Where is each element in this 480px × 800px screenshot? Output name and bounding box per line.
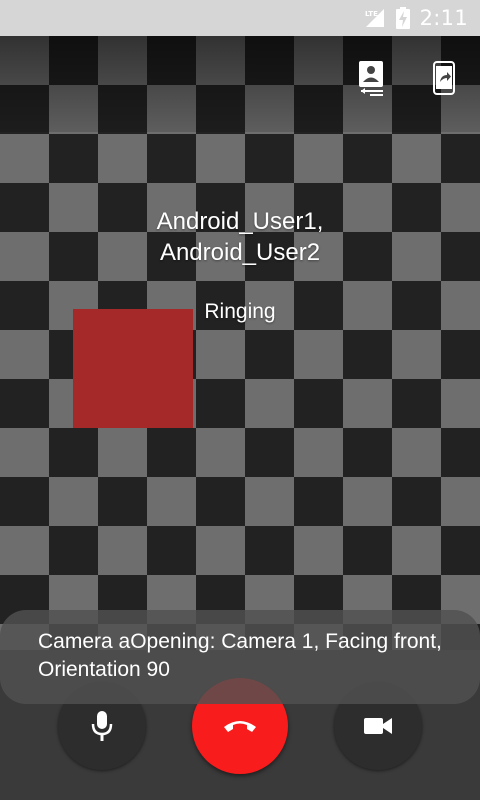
switch-camera-icon <box>359 61 383 96</box>
participant-line-1: Android_User1, <box>156 208 324 235</box>
status-bar: LTE 2:11 <box>0 0 480 36</box>
status-time: 2:11 <box>419 6 468 30</box>
svg-text:LTE: LTE <box>365 10 378 18</box>
switch-camera-button[interactable] <box>350 56 394 100</box>
local-video-preview[interactable] <box>73 309 193 428</box>
video-camera-icon <box>364 718 392 734</box>
status-icons: LTE 2:11 <box>364 0 468 36</box>
microphone-icon <box>91 711 113 741</box>
top-gradient <box>0 36 480 132</box>
battery-charging-icon <box>395 7 410 29</box>
lte-signal-icon: LTE <box>365 9 384 27</box>
end-call-icon <box>224 721 256 732</box>
share-icon <box>433 61 455 95</box>
call-state: Ringing <box>204 300 276 323</box>
share-button[interactable] <box>422 56 466 100</box>
participant-line-2: Android_User2 <box>159 239 321 266</box>
participant-names: Android_User1, Android_User2 <box>0 206 480 268</box>
toast-message: Camera aOpening: Camera 1, Facing front,… <box>0 610 480 704</box>
